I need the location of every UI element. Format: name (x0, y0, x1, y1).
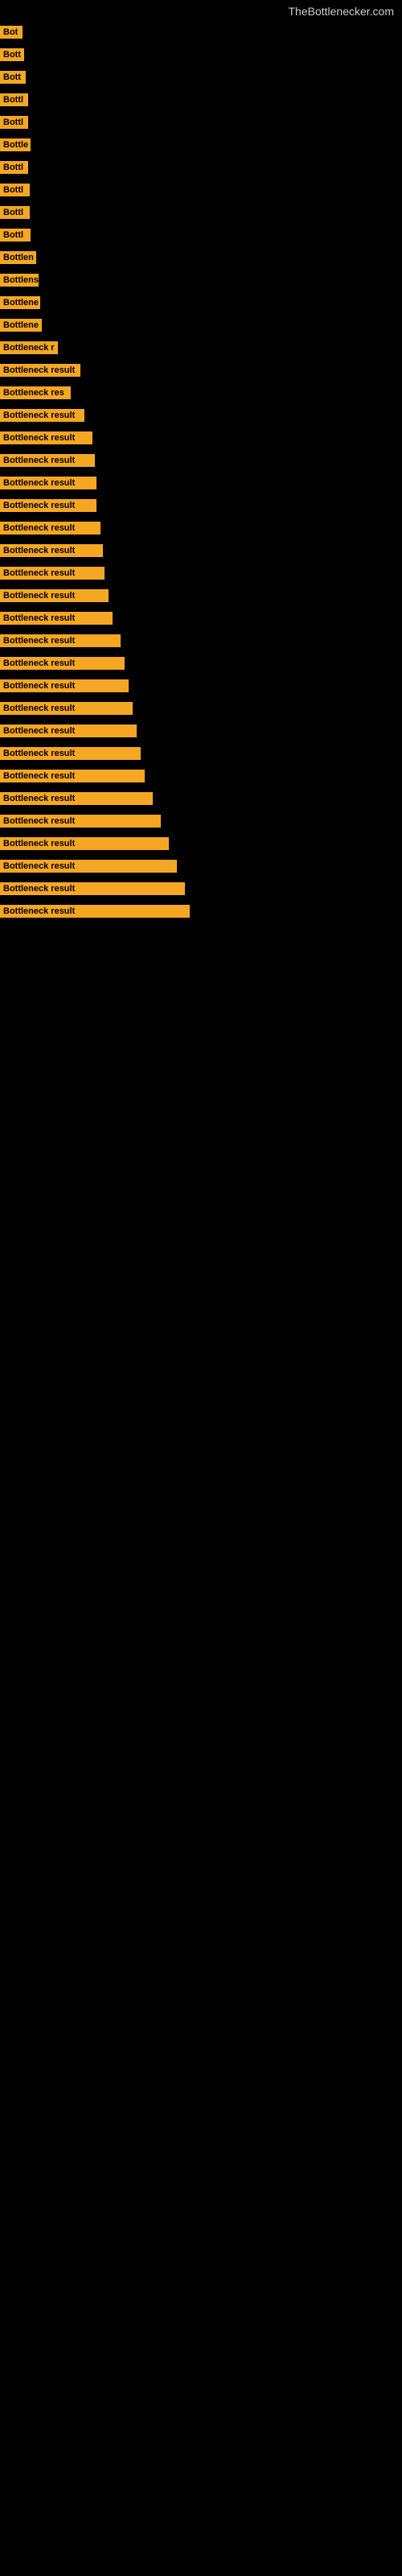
bar-row: Bottleneck result (0, 539, 402, 562)
bar-row: Bottleneck result (0, 494, 402, 517)
bar-label: Bottleneck result (0, 860, 177, 873)
bar-row: Bottleneck result (0, 765, 402, 787)
bar-row: Bottl (0, 224, 402, 246)
bar-label: Bottleneck res (0, 386, 71, 399)
bar-label: Bottleneck result (0, 364, 80, 377)
bar-row: Bottleneck result (0, 697, 402, 720)
bar-row: Bottleneck result (0, 427, 402, 449)
bar-label: Bottlens (0, 274, 39, 287)
bar-row: Bottleneck result (0, 517, 402, 539)
bar-row: Bottleneck result (0, 607, 402, 630)
bar-label: Bottleneck result (0, 634, 121, 647)
bar-row: Bottl (0, 156, 402, 179)
bar-label: Bottlene (0, 319, 42, 332)
bar-label: Bottleneck result (0, 567, 105, 580)
bar-row: Bottl (0, 111, 402, 134)
bars-container: Bot Bott Bott Bottl Bottl Bottle Bottl Bottl Bot… (0, 21, 402, 923)
bar-label: Bottleneck result (0, 837, 169, 850)
bar-label: Bottleneck result (0, 792, 153, 805)
bar-row: Bottlen (0, 246, 402, 269)
bar-row: Bottleneck result (0, 720, 402, 742)
bar-label: Bottl (0, 184, 30, 196)
bar-label: Bottleneck result (0, 815, 161, 828)
bar-label: Bottleneck result (0, 905, 190, 918)
bar-row: Bottlene (0, 291, 402, 314)
bar-row: Bottleneck result (0, 652, 402, 675)
bar-label: Bottleneck result (0, 589, 109, 602)
bar-label: Bottleneck result (0, 454, 95, 467)
bar-row: Bottleneck result (0, 855, 402, 877)
bar-label: Bottleneck result (0, 499, 96, 512)
bar-row: Bottl (0, 89, 402, 111)
bar-label: Bottleneck result (0, 702, 133, 715)
bar-row: Bottlene (0, 314, 402, 336)
bar-label: Bottleneck result (0, 431, 92, 444)
bar-label: Bottleneck result (0, 747, 141, 760)
bar-label: Bottleneck result (0, 612, 113, 625)
bar-row: Bottlens (0, 269, 402, 291)
bar-row: Bottleneck result (0, 404, 402, 427)
bar-label: Bottleneck result (0, 409, 84, 422)
bar-row: Bott (0, 43, 402, 66)
bar-label: Bottl (0, 229, 31, 242)
bar-row: Bottleneck res (0, 382, 402, 404)
site-title: TheBottlenecker.com (0, 0, 402, 21)
bar-label: Bottl (0, 206, 30, 219)
bar-label: Bott (0, 71, 26, 84)
bar-row: Bottleneck result (0, 630, 402, 652)
bar-label: Bot (0, 26, 23, 39)
bar-row: Bott (0, 66, 402, 89)
bar-row: Bottleneck result (0, 562, 402, 584)
bar-row: Bottleneck result (0, 675, 402, 697)
bar-label: Bottleneck result (0, 477, 96, 489)
bar-row: Bottleneck result (0, 584, 402, 607)
bar-row: Bottleneck result (0, 472, 402, 494)
bar-label: Bottl (0, 161, 28, 174)
bar-row: Bottle (0, 134, 402, 156)
bar-row: Bottleneck result (0, 900, 402, 923)
bar-row: Bottleneck result (0, 787, 402, 810)
bar-label: Bottleneck result (0, 770, 145, 782)
bar-row: Bottl (0, 179, 402, 201)
bar-row: Bot (0, 21, 402, 43)
bar-row: Bottl (0, 201, 402, 224)
bar-row: Bottleneck result (0, 449, 402, 472)
bar-row: Bottleneck result (0, 742, 402, 765)
bar-label: Bottleneck result (0, 522, 100, 535)
bar-label: Bottlen (0, 251, 36, 264)
bar-label: Bottleneck result (0, 882, 185, 895)
bar-row: Bottleneck result (0, 877, 402, 900)
bar-row: Bottleneck result (0, 832, 402, 855)
bar-label: Bottleneck result (0, 679, 129, 692)
bar-row: Bottleneck result (0, 359, 402, 382)
bar-label: Bottleneck r (0, 341, 58, 354)
bar-label: Bottl (0, 93, 28, 106)
bar-label: Bottleneck result (0, 544, 103, 557)
bar-row: Bottleneck r (0, 336, 402, 359)
bar-label: Bottleneck result (0, 724, 137, 737)
bar-label: Bottlene (0, 296, 40, 309)
bar-label: Bottle (0, 138, 31, 151)
bar-row: Bottleneck result (0, 810, 402, 832)
bar-label: Bottl (0, 116, 28, 129)
bar-label: Bottleneck result (0, 657, 125, 670)
bar-label: Bott (0, 48, 24, 61)
